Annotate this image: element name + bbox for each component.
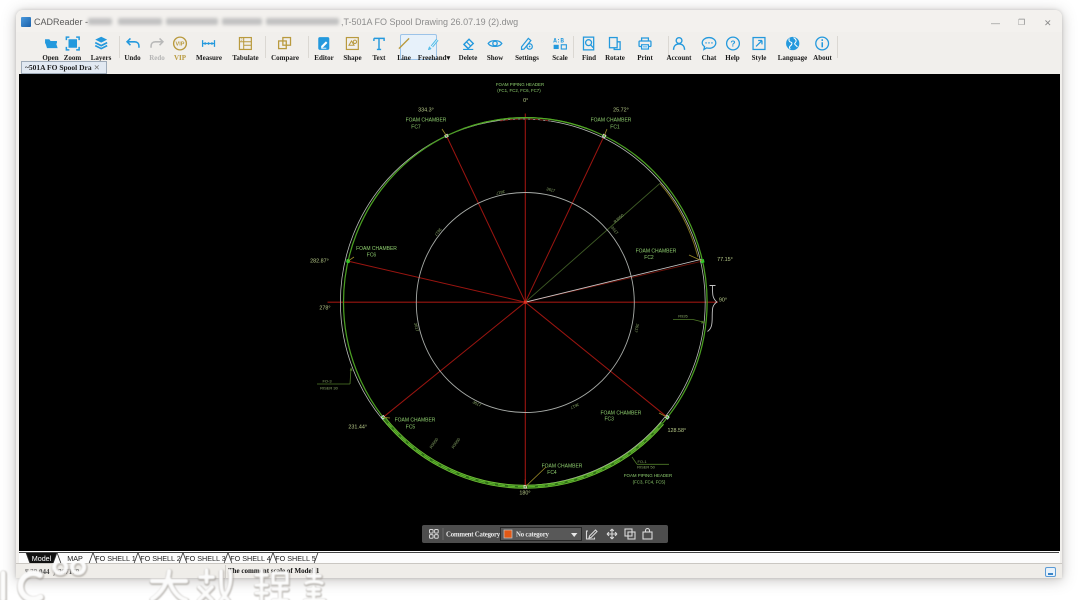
svg-text:FOAM PIPING HEADER: FOAM PIPING HEADER xyxy=(496,82,544,87)
svg-text:VIP: VIP xyxy=(176,42,185,48)
svg-text:0°: 0° xyxy=(523,98,528,104)
svg-text:77.15°: 77.15° xyxy=(717,257,733,263)
svg-text:MAP: MAP xyxy=(67,554,83,563)
svg-text:3617: 3617 xyxy=(433,227,443,238)
svg-text:334.3°: 334.3° xyxy=(418,108,434,114)
svg-text:FO SHELL 4: FO SHELL 4 xyxy=(230,554,270,563)
svg-text:231.44°: 231.44° xyxy=(348,425,367,431)
svg-text:RISER 50: RISER 50 xyxy=(637,465,656,470)
svg-text:90°: 90° xyxy=(719,298,727,304)
svg-text:3617: 3617 xyxy=(413,322,420,333)
svg-text:FO SHELL 3: FO SHELL 3 xyxy=(185,554,225,563)
svg-text:R3050: R3050 xyxy=(450,436,461,449)
svg-text:(FC1, FC2, FC6, FC7): (FC1, FC2, FC6, FC7) xyxy=(497,88,541,93)
svg-text:FO-1: FO-1 xyxy=(637,459,647,464)
svg-text:3617: 3617 xyxy=(569,402,580,411)
svg-text:R926: R926 xyxy=(678,314,688,319)
svg-text:FO SHELL 1: FO SHELL 1 xyxy=(95,554,135,563)
svg-text:FOAM CHAMBER: FOAM CHAMBER xyxy=(542,464,583,470)
svg-text:278°: 278° xyxy=(319,306,330,312)
svg-text:Comment Category: Comment Category xyxy=(446,532,501,539)
svg-text:FO SHELL 2: FO SHELL 2 xyxy=(140,554,180,563)
svg-text:FC5: FC5 xyxy=(406,425,416,431)
svg-text:R3050: R3050 xyxy=(613,212,626,224)
svg-text:FC7: FC7 xyxy=(411,125,421,131)
svg-text:FOAM CHAMBER: FOAM CHAMBER xyxy=(591,118,632,124)
svg-text:FOAM PIPING HEADER: FOAM PIPING HEADER xyxy=(624,473,672,478)
svg-text:FC1: FC1 xyxy=(610,125,620,131)
svg-text:25.72°: 25.72° xyxy=(613,108,629,114)
svg-text:FOAM CHAMBER: FOAM CHAMBER xyxy=(406,118,447,124)
svg-text:FOAM CHAMBER: FOAM CHAMBER xyxy=(395,418,436,424)
svg-text:FOAM CHAMBER: FOAM CHAMBER xyxy=(636,249,677,255)
svg-text:3617: 3617 xyxy=(472,399,483,408)
svg-text:3617: 3617 xyxy=(633,323,640,334)
svg-text:FC6: FC6 xyxy=(367,253,377,259)
svg-text:282.87°: 282.87° xyxy=(310,259,329,265)
svg-text:(FC3, FC4, FC5): (FC3, FC4, FC5) xyxy=(633,480,666,485)
svg-text:2: 2 xyxy=(241,38,243,42)
svg-text:3617: 3617 xyxy=(610,225,620,236)
svg-text:No category: No category xyxy=(516,532,550,539)
svg-text:FC3: FC3 xyxy=(605,417,615,423)
svg-text:FC2: FC2 xyxy=(644,255,654,261)
svg-text:3617: 3617 xyxy=(546,186,557,193)
svg-text:?: ? xyxy=(730,39,735,49)
svg-text:FO-3: FO-3 xyxy=(322,379,332,384)
svg-text:128.58°: 128.58° xyxy=(667,428,686,434)
svg-text:Model: Model xyxy=(32,554,52,563)
svg-text:3617: 3617 xyxy=(495,189,506,196)
svg-text:FO SHELL 5: FO SHELL 5 xyxy=(275,554,315,563)
svg-text:A:B: A:B xyxy=(553,38,564,45)
svg-text:FOAM CHAMBER: FOAM CHAMBER xyxy=(356,246,397,252)
svg-text:RISER 30: RISER 30 xyxy=(320,386,339,391)
svg-text:FC4: FC4 xyxy=(547,470,557,476)
svg-text:180°: 180° xyxy=(519,491,530,497)
svg-text:R3050: R3050 xyxy=(428,436,439,449)
